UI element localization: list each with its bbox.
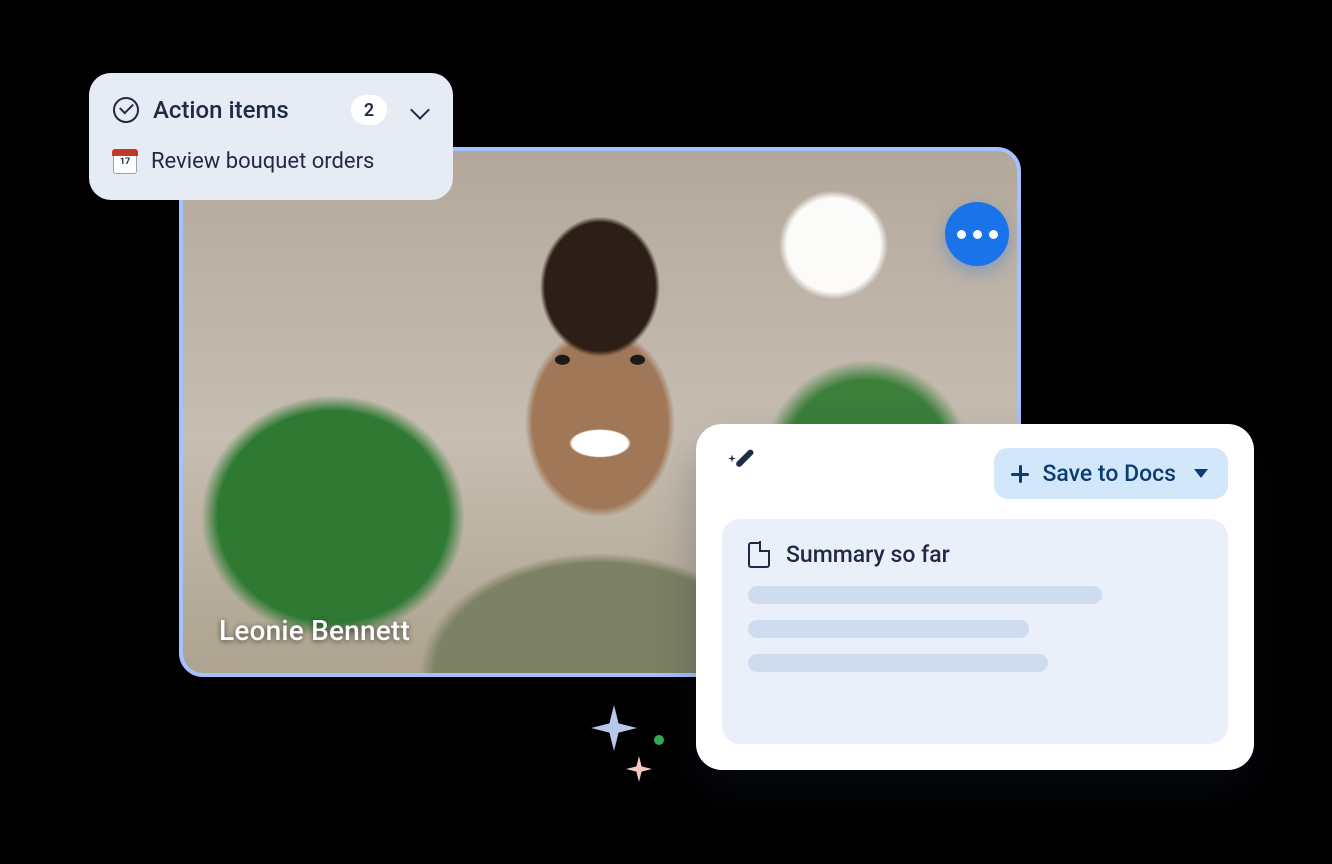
- summary-line-placeholder: [748, 654, 1048, 672]
- dot-icon: [989, 230, 998, 239]
- action-items-count-badge: 2: [351, 95, 387, 125]
- summary-title-row: Summary so far: [748, 541, 1202, 568]
- save-button-label: Save to Docs: [1042, 460, 1176, 487]
- check-circle-icon: [113, 97, 139, 123]
- save-to-docs-button[interactable]: Save to Docs: [994, 448, 1228, 499]
- summary-card: Save to Docs Summary so far: [696, 424, 1254, 770]
- sparkle-icon: [591, 705, 637, 751]
- magic-wand-icon: [730, 457, 764, 491]
- action-items-title: Action items: [153, 96, 289, 124]
- sparkle-dot-icon: [654, 735, 664, 745]
- summary-title: Summary so far: [786, 541, 950, 568]
- more-options-button[interactable]: [945, 202, 1009, 266]
- action-item-label: Review bouquet orders: [151, 149, 374, 174]
- summary-body: Summary so far: [722, 519, 1228, 744]
- caret-down-icon[interactable]: [1194, 469, 1208, 478]
- plus-icon: [1010, 464, 1030, 484]
- calendar-icon: [113, 150, 137, 174]
- action-items-header[interactable]: Action items 2: [113, 95, 429, 125]
- summary-line-placeholder: [748, 586, 1102, 604]
- action-items-panel: Action items 2 Review bouquet orders: [89, 73, 453, 200]
- action-item[interactable]: Review bouquet orders: [113, 149, 429, 174]
- sparkle-icon: [626, 756, 652, 782]
- summary-header: Save to Docs: [722, 448, 1228, 499]
- dot-icon: [973, 230, 982, 239]
- participant-name: Leonie Bennett: [219, 614, 410, 647]
- note-page-icon: [748, 542, 770, 568]
- summary-line-placeholder: [748, 620, 1029, 638]
- chevron-down-icon[interactable]: [411, 101, 429, 119]
- dot-icon: [957, 230, 966, 239]
